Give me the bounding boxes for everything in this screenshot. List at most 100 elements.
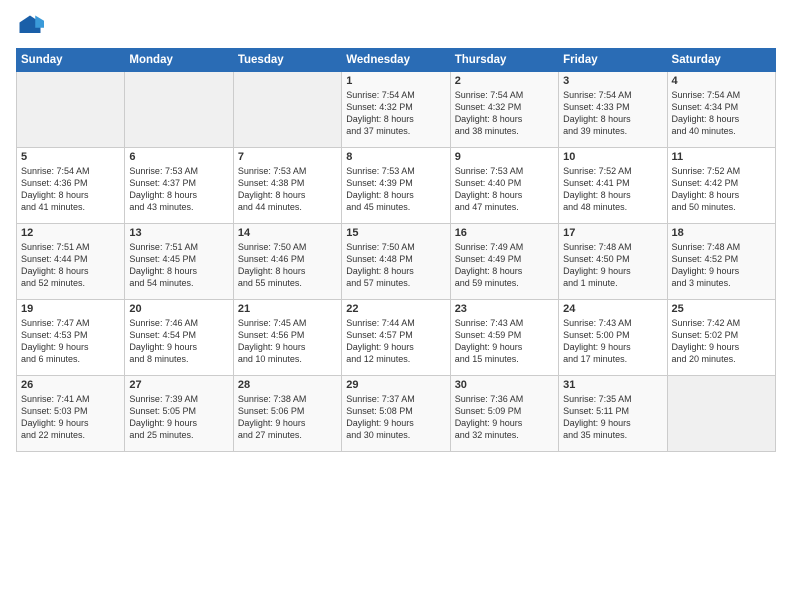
day-number: 9 bbox=[455, 151, 554, 163]
day-number: 28 bbox=[238, 379, 337, 391]
day-number: 13 bbox=[129, 227, 228, 239]
calendar-cell: 28 Sunrise: 7:38 AM Sunset: 5:06 PM Dayli… bbox=[233, 376, 341, 452]
weekday-header-monday: Monday bbox=[125, 49, 233, 72]
weekday-header-saturday: Saturday bbox=[667, 49, 775, 72]
day-info: Sunrise: 7:53 AM Sunset: 4:38 PM Dayligh… bbox=[238, 165, 337, 214]
calendar-cell bbox=[125, 72, 233, 148]
day-info: Sunrise: 7:50 AM Sunset: 4:48 PM Dayligh… bbox=[346, 241, 445, 290]
calendar-week-row-5: 26 Sunrise: 7:41 AM Sunset: 5:03 PM Dayli… bbox=[17, 376, 776, 452]
calendar-cell: 5 Sunrise: 7:54 AM Sunset: 4:36 PM Daylig… bbox=[17, 148, 125, 224]
calendar-week-row-2: 5 Sunrise: 7:54 AM Sunset: 4:36 PM Daylig… bbox=[17, 148, 776, 224]
calendar-cell: 9 Sunrise: 7:53 AM Sunset: 4:40 PM Daylig… bbox=[450, 148, 558, 224]
day-info: Sunrise: 7:52 AM Sunset: 4:42 PM Dayligh… bbox=[672, 165, 771, 214]
day-number: 7 bbox=[238, 151, 337, 163]
day-number: 16 bbox=[455, 227, 554, 239]
calendar-cell: 29 Sunrise: 7:37 AM Sunset: 5:08 PM Dayli… bbox=[342, 376, 450, 452]
calendar-cell: 16Sunrise: 7:49 AM Sunset: 4:49 PM Dayli… bbox=[450, 224, 558, 300]
weekday-header-row: SundayMondayTuesdayWednesdayThursdayFrid… bbox=[17, 49, 776, 72]
calendar-cell: 24 Sunrise: 7:43 AM Sunset: 5:00 PM Dayli… bbox=[559, 300, 667, 376]
day-info: Sunrise: 7:41 AM Sunset: 5:03 PM Dayligh… bbox=[21, 393, 120, 442]
day-info: Sunrise: 7:43 AM Sunset: 4:59 PM Dayligh… bbox=[455, 317, 554, 366]
day-number: 30 bbox=[455, 379, 554, 391]
weekday-header-tuesday: Tuesday bbox=[233, 49, 341, 72]
calendar-week-row-1: 1 Sunrise: 7:54 AM Sunset: 4:32 PM Daylig… bbox=[17, 72, 776, 148]
page-header bbox=[16, 12, 776, 40]
calendar-cell: 31Sunrise: 7:35 AM Sunset: 5:11 PM Dayli… bbox=[559, 376, 667, 452]
calendar-cell: 3 Sunrise: 7:54 AM Sunset: 4:33 PM Daylig… bbox=[559, 72, 667, 148]
calendar-cell: 27 Sunrise: 7:39 AM Sunset: 5:05 PM Dayli… bbox=[125, 376, 233, 452]
calendar-cell: 4 Sunrise: 7:54 AM Sunset: 4:34 PM Daylig… bbox=[667, 72, 775, 148]
calendar-cell bbox=[17, 72, 125, 148]
day-info: Sunrise: 7:53 AM Sunset: 4:39 PM Dayligh… bbox=[346, 165, 445, 214]
day-number: 12 bbox=[21, 227, 120, 239]
calendar-cell: 21 Sunrise: 7:45 AM Sunset: 4:56 PM Dayli… bbox=[233, 300, 341, 376]
day-info: Sunrise: 7:36 AM Sunset: 5:09 PM Dayligh… bbox=[455, 393, 554, 442]
day-info: Sunrise: 7:54 AM Sunset: 4:33 PM Dayligh… bbox=[563, 89, 662, 138]
calendar-cell: 23 Sunrise: 7:43 AM Sunset: 4:59 PM Dayli… bbox=[450, 300, 558, 376]
day-number: 25 bbox=[672, 303, 771, 315]
day-number: 27 bbox=[129, 379, 228, 391]
calendar-cell bbox=[667, 376, 775, 452]
day-number: 5 bbox=[21, 151, 120, 163]
day-number: 21 bbox=[238, 303, 337, 315]
day-number: 15 bbox=[346, 227, 445, 239]
day-info: Sunrise: 7:43 AM Sunset: 5:00 PM Dayligh… bbox=[563, 317, 662, 366]
day-info: Sunrise: 7:53 AM Sunset: 4:40 PM Dayligh… bbox=[455, 165, 554, 214]
calendar-cell: 12 Sunrise: 7:51 AM Sunset: 4:44 PM Dayli… bbox=[17, 224, 125, 300]
calendar-cell: 15 Sunrise: 7:50 AM Sunset: 4:48 PM Dayli… bbox=[342, 224, 450, 300]
day-info: Sunrise: 7:53 AM Sunset: 4:37 PM Dayligh… bbox=[129, 165, 228, 214]
day-number: 8 bbox=[346, 151, 445, 163]
day-number: 29 bbox=[346, 379, 445, 391]
calendar-cell: 1 Sunrise: 7:54 AM Sunset: 4:32 PM Daylig… bbox=[342, 72, 450, 148]
day-info: Sunrise: 7:39 AM Sunset: 5:05 PM Dayligh… bbox=[129, 393, 228, 442]
calendar-cell: 20Sunrise: 7:46 AM Sunset: 4:54 PM Dayli… bbox=[125, 300, 233, 376]
day-info: Sunrise: 7:54 AM Sunset: 4:36 PM Dayligh… bbox=[21, 165, 120, 214]
calendar-cell: 14 Sunrise: 7:50 AM Sunset: 4:46 PM Dayli… bbox=[233, 224, 341, 300]
day-info: Sunrise: 7:52 AM Sunset: 4:41 PM Dayligh… bbox=[563, 165, 662, 214]
day-info: Sunrise: 7:54 AM Sunset: 4:32 PM Dayligh… bbox=[346, 89, 445, 138]
day-number: 4 bbox=[672, 75, 771, 87]
calendar-cell: 2 Sunrise: 7:54 AM Sunset: 4:32 PM Daylig… bbox=[450, 72, 558, 148]
calendar-week-row-4: 19 Sunrise: 7:47 AM Sunset: 4:53 PM Dayli… bbox=[17, 300, 776, 376]
day-info: Sunrise: 7:42 AM Sunset: 5:02 PM Dayligh… bbox=[672, 317, 771, 366]
weekday-header-sunday: Sunday bbox=[17, 49, 125, 72]
day-number: 3 bbox=[563, 75, 662, 87]
day-info: Sunrise: 7:48 AM Sunset: 4:52 PM Dayligh… bbox=[672, 241, 771, 290]
calendar-cell: 19 Sunrise: 7:47 AM Sunset: 4:53 PM Dayli… bbox=[17, 300, 125, 376]
day-number: 19 bbox=[21, 303, 120, 315]
day-info: Sunrise: 7:54 AM Sunset: 4:34 PM Dayligh… bbox=[672, 89, 771, 138]
day-number: 17 bbox=[563, 227, 662, 239]
day-number: 6 bbox=[129, 151, 228, 163]
day-info: Sunrise: 7:54 AM Sunset: 4:32 PM Dayligh… bbox=[455, 89, 554, 138]
calendar-table: SundayMondayTuesdayWednesdayThursdayFrid… bbox=[16, 48, 776, 452]
calendar-cell: 17 Sunrise: 7:48 AM Sunset: 4:50 PM Dayli… bbox=[559, 224, 667, 300]
calendar-cell: 10Sunrise: 7:52 AM Sunset: 4:41 PM Dayli… bbox=[559, 148, 667, 224]
calendar-week-row-3: 12 Sunrise: 7:51 AM Sunset: 4:44 PM Dayli… bbox=[17, 224, 776, 300]
day-info: Sunrise: 7:50 AM Sunset: 4:46 PM Dayligh… bbox=[238, 241, 337, 290]
day-number: 24 bbox=[563, 303, 662, 315]
calendar-cell: 7 Sunrise: 7:53 AM Sunset: 4:38 PM Daylig… bbox=[233, 148, 341, 224]
weekday-header-thursday: Thursday bbox=[450, 49, 558, 72]
day-info: Sunrise: 7:51 AM Sunset: 4:45 PM Dayligh… bbox=[129, 241, 228, 290]
calendar-cell: 8 Sunrise: 7:53 AM Sunset: 4:39 PM Daylig… bbox=[342, 148, 450, 224]
day-number: 26 bbox=[21, 379, 120, 391]
day-number: 18 bbox=[672, 227, 771, 239]
day-number: 1 bbox=[346, 75, 445, 87]
day-info: Sunrise: 7:38 AM Sunset: 5:06 PM Dayligh… bbox=[238, 393, 337, 442]
weekday-header-wednesday: Wednesday bbox=[342, 49, 450, 72]
day-number: 14 bbox=[238, 227, 337, 239]
calendar-cell: 13 Sunrise: 7:51 AM Sunset: 4:45 PM Dayli… bbox=[125, 224, 233, 300]
day-info: Sunrise: 7:47 AM Sunset: 4:53 PM Dayligh… bbox=[21, 317, 120, 366]
day-info: Sunrise: 7:51 AM Sunset: 4:44 PM Dayligh… bbox=[21, 241, 120, 290]
calendar-cell: 18 Sunrise: 7:48 AM Sunset: 4:52 PM Dayli… bbox=[667, 224, 775, 300]
day-info: Sunrise: 7:45 AM Sunset: 4:56 PM Dayligh… bbox=[238, 317, 337, 366]
day-info: Sunrise: 7:37 AM Sunset: 5:08 PM Dayligh… bbox=[346, 393, 445, 442]
day-info: Sunrise: 7:48 AM Sunset: 4:50 PM Dayligh… bbox=[563, 241, 662, 290]
weekday-header-friday: Friday bbox=[559, 49, 667, 72]
calendar-cell: 11Sunrise: 7:52 AM Sunset: 4:42 PM Dayli… bbox=[667, 148, 775, 224]
day-info: Sunrise: 7:35 AM Sunset: 5:11 PM Dayligh… bbox=[563, 393, 662, 442]
day-number: 2 bbox=[455, 75, 554, 87]
day-number: 23 bbox=[455, 303, 554, 315]
calendar-cell: 26 Sunrise: 7:41 AM Sunset: 5:03 PM Dayli… bbox=[17, 376, 125, 452]
logo-icon bbox=[16, 12, 44, 40]
